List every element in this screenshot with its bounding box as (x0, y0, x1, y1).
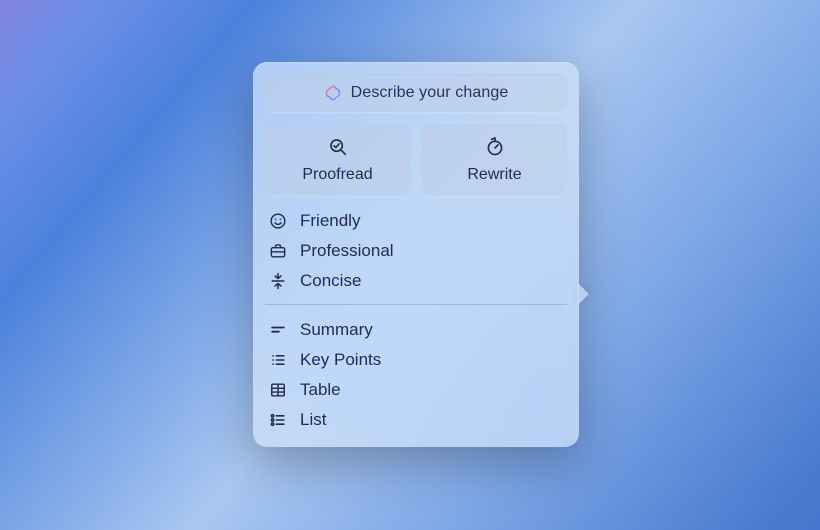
tone-item-friendly[interactable]: Friendly (265, 206, 567, 236)
table-icon (267, 379, 289, 401)
primary-tools-row: Proofread Rewrite (265, 124, 567, 196)
format-item-keypoints[interactable]: Key Points (265, 345, 567, 375)
briefcase-icon (267, 240, 289, 262)
list-icon (267, 409, 289, 431)
describe-change-input[interactable]: Describe your change (265, 74, 567, 112)
rewrite-icon (484, 136, 506, 158)
format-label: Summary (300, 320, 373, 340)
format-item-table[interactable]: Table (265, 375, 567, 405)
collapse-icon (267, 270, 289, 292)
tone-item-concise[interactable]: Concise (265, 266, 567, 296)
format-label: List (300, 410, 326, 430)
format-list: Summary Key Points (265, 315, 567, 435)
smiley-icon (267, 210, 289, 232)
proofread-label: Proofread (302, 166, 372, 184)
tone-label: Friendly (300, 211, 360, 231)
bulleted-list-icon (267, 349, 289, 371)
tone-list: Friendly Professional Concise (265, 206, 567, 296)
tone-label: Concise (300, 271, 361, 291)
summary-icon (267, 319, 289, 341)
format-item-list[interactable]: List (265, 405, 567, 435)
proofread-button[interactable]: Proofread (265, 124, 410, 196)
apple-intelligence-icon (324, 84, 342, 102)
format-item-summary[interactable]: Summary (265, 315, 567, 345)
rewrite-label: Rewrite (467, 166, 521, 184)
writing-tools-popover: Describe your change Proofread (253, 62, 579, 447)
format-label: Table (300, 380, 341, 400)
magnifier-check-icon (327, 136, 349, 158)
divider (265, 304, 567, 305)
rewrite-button[interactable]: Rewrite (422, 124, 567, 196)
describe-change-placeholder: Describe your change (351, 84, 509, 102)
format-label: Key Points (300, 350, 381, 370)
tone-item-professional[interactable]: Professional (265, 236, 567, 266)
tone-label: Professional (300, 241, 394, 261)
